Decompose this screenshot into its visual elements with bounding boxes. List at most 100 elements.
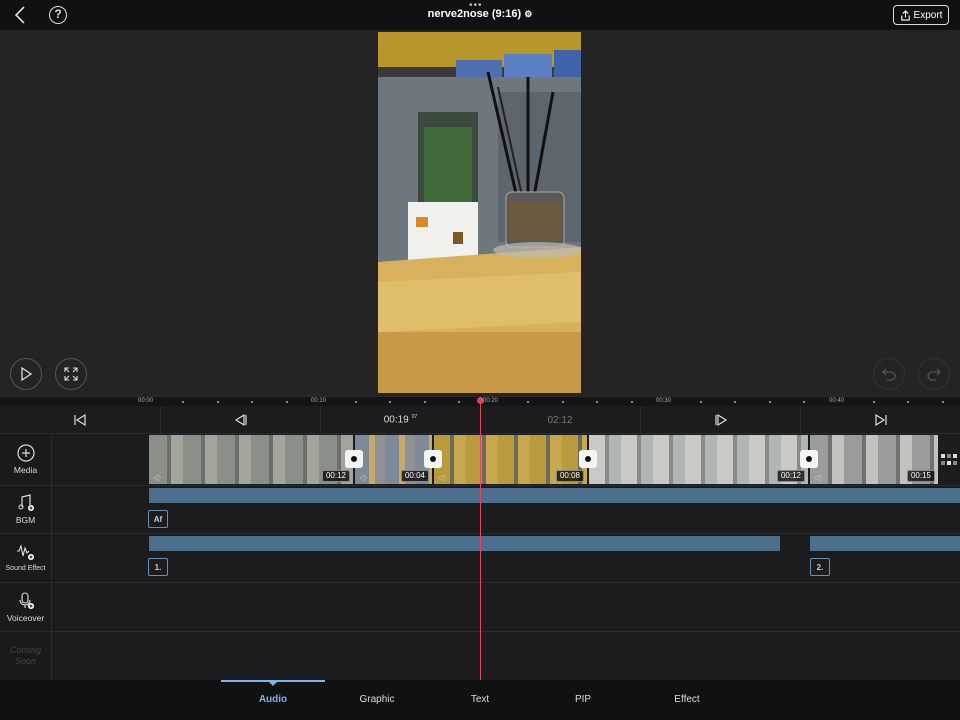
playhead-line[interactable] bbox=[480, 398, 481, 680]
ruler-tick bbox=[907, 401, 909, 403]
ruler-label: 00:30 bbox=[656, 398, 672, 404]
sound-effect-clip[interactable] bbox=[149, 536, 780, 551]
export-label: Export bbox=[913, 9, 943, 21]
step-forward-icon bbox=[714, 414, 727, 426]
bottom-tab-bar: Audio Graphic Text PIP Effect bbox=[0, 680, 960, 720]
video-clip[interactable]: ◁· 00:12 bbox=[589, 435, 808, 484]
add-sound-effect-button[interactable]: Sound Effect bbox=[0, 534, 52, 582]
playhead-handle[interactable] bbox=[477, 397, 484, 404]
waveform-add-icon bbox=[16, 544, 34, 560]
sound-effect-label: Sound Effect bbox=[5, 565, 46, 572]
preview-area bbox=[0, 30, 960, 396]
current-time-display: 00:19 07 bbox=[320, 406, 480, 434]
total-time: 02:12 bbox=[547, 414, 573, 426]
video-preview[interactable] bbox=[378, 32, 581, 393]
ruler-label: 00:00 bbox=[138, 398, 154, 404]
current-frame: 07 bbox=[411, 414, 418, 421]
ruler-tick bbox=[803, 401, 805, 403]
media-label: Media bbox=[13, 465, 38, 475]
ruler-tick bbox=[182, 401, 184, 403]
undo-button[interactable] bbox=[873, 358, 905, 390]
sound-effect-clip[interactable] bbox=[810, 536, 960, 551]
redo-icon bbox=[927, 368, 941, 381]
volume-icon: ◁· bbox=[814, 473, 823, 482]
add-bgm-button[interactable]: BGM bbox=[0, 486, 52, 533]
current-time: 00:19 07 bbox=[383, 414, 418, 426]
ruler-tick bbox=[217, 401, 219, 403]
next-frame-button[interactable] bbox=[640, 406, 800, 434]
expand-icon bbox=[64, 367, 78, 381]
add-voiceover-button[interactable]: Voiceover bbox=[0, 583, 52, 631]
tab-effect[interactable]: Effect bbox=[635, 680, 739, 720]
top-bar: ? ••• nerve2nose (9:16) ⚙ Export bbox=[0, 0, 960, 30]
ruler-tick bbox=[873, 401, 875, 403]
play-icon bbox=[21, 367, 33, 381]
play-button[interactable] bbox=[10, 358, 42, 390]
tab-pip[interactable]: PIP bbox=[531, 680, 635, 720]
share-icon bbox=[900, 9, 910, 21]
coming-soon-slot: Coming Soon bbox=[0, 632, 52, 680]
fullscreen-button[interactable] bbox=[55, 358, 87, 390]
ruler-tick bbox=[424, 401, 426, 403]
voiceover-label: Voiceover bbox=[6, 612, 45, 623]
ruler-tick bbox=[389, 401, 391, 403]
previous-frame-button[interactable] bbox=[160, 406, 320, 434]
volume-icon: ◁· bbox=[359, 473, 368, 482]
ruler-label: 00:10 bbox=[311, 398, 327, 404]
clip-duration: 00:08 bbox=[555, 470, 584, 482]
ruler-tick bbox=[769, 401, 771, 403]
total-time-display: 02:12 bbox=[480, 406, 640, 434]
bgm-label: BGM bbox=[15, 515, 36, 525]
undo-icon bbox=[882, 368, 896, 381]
tab-text[interactable]: Text bbox=[428, 680, 532, 720]
ruler-tick bbox=[355, 401, 357, 403]
ruler-tick bbox=[700, 401, 702, 403]
video-clip[interactable]: ◁· 00:15 bbox=[810, 435, 938, 484]
sound-effect-tag[interactable]: 2. bbox=[810, 558, 830, 576]
project-title[interactable]: nerve2nose (9:16) ⚙ bbox=[0, 8, 960, 20]
video-clip[interactable]: ◁· 00:12 bbox=[149, 435, 353, 484]
export-button[interactable]: Export bbox=[893, 5, 949, 25]
jump-to-start-button[interactable] bbox=[0, 406, 160, 434]
jump-to-end-button[interactable] bbox=[800, 406, 960, 434]
bgm-clip-tag[interactable]: Af bbox=[148, 510, 168, 528]
volume-icon: ◁· bbox=[593, 473, 602, 482]
ruler-tick bbox=[631, 401, 633, 403]
ruler-tick bbox=[286, 401, 288, 403]
video-clip[interactable]: ◁· 00:04 bbox=[355, 435, 432, 484]
plus-circle-icon bbox=[16, 444, 35, 462]
transition-button[interactable] bbox=[800, 450, 818, 468]
clip-duration: 00:12 bbox=[321, 470, 350, 482]
bgm-audio-clip[interactable] bbox=[149, 488, 960, 503]
sound-effect-tag[interactable]: 1. bbox=[148, 558, 168, 576]
ruler-tick bbox=[734, 401, 736, 403]
step-back-icon bbox=[234, 414, 247, 426]
music-note-add-icon bbox=[18, 494, 34, 511]
tab-graphic[interactable]: Graphic bbox=[325, 680, 429, 720]
project-title-text: nerve2nose (9:16) bbox=[427, 8, 522, 20]
coming-soon-label: Coming Soon bbox=[9, 645, 41, 666]
add-media-button[interactable]: Media bbox=[0, 434, 52, 485]
clip-duration: 00:12 bbox=[776, 470, 805, 482]
skip-end-icon bbox=[874, 414, 887, 426]
ruler-tick bbox=[458, 401, 460, 403]
settings-gear-icon: ⚙ bbox=[524, 9, 533, 19]
transition-button[interactable] bbox=[579, 450, 597, 468]
grid-view-icon[interactable] bbox=[941, 453, 957, 465]
clip-duration: 00:15 bbox=[906, 470, 935, 482]
tab-audio[interactable]: Audio bbox=[221, 680, 325, 720]
video-clip[interactable]: ◁· 00:08 bbox=[434, 435, 587, 484]
clip-duration: 00:04 bbox=[400, 470, 429, 482]
transition-button[interactable] bbox=[424, 450, 442, 468]
transition-button[interactable] bbox=[345, 450, 363, 468]
ruler-tick bbox=[251, 401, 253, 403]
ruler-label: 00:20 bbox=[483, 398, 499, 404]
ruler-tick bbox=[562, 401, 564, 403]
microphone-add-icon bbox=[18, 591, 34, 609]
skip-start-icon bbox=[74, 414, 86, 426]
redo-button[interactable] bbox=[918, 358, 950, 390]
volume-icon: ◁· bbox=[438, 473, 447, 482]
ruler-tick bbox=[596, 401, 598, 403]
ruler-label: 00:40 bbox=[829, 398, 845, 404]
ruler-tick bbox=[527, 401, 529, 403]
